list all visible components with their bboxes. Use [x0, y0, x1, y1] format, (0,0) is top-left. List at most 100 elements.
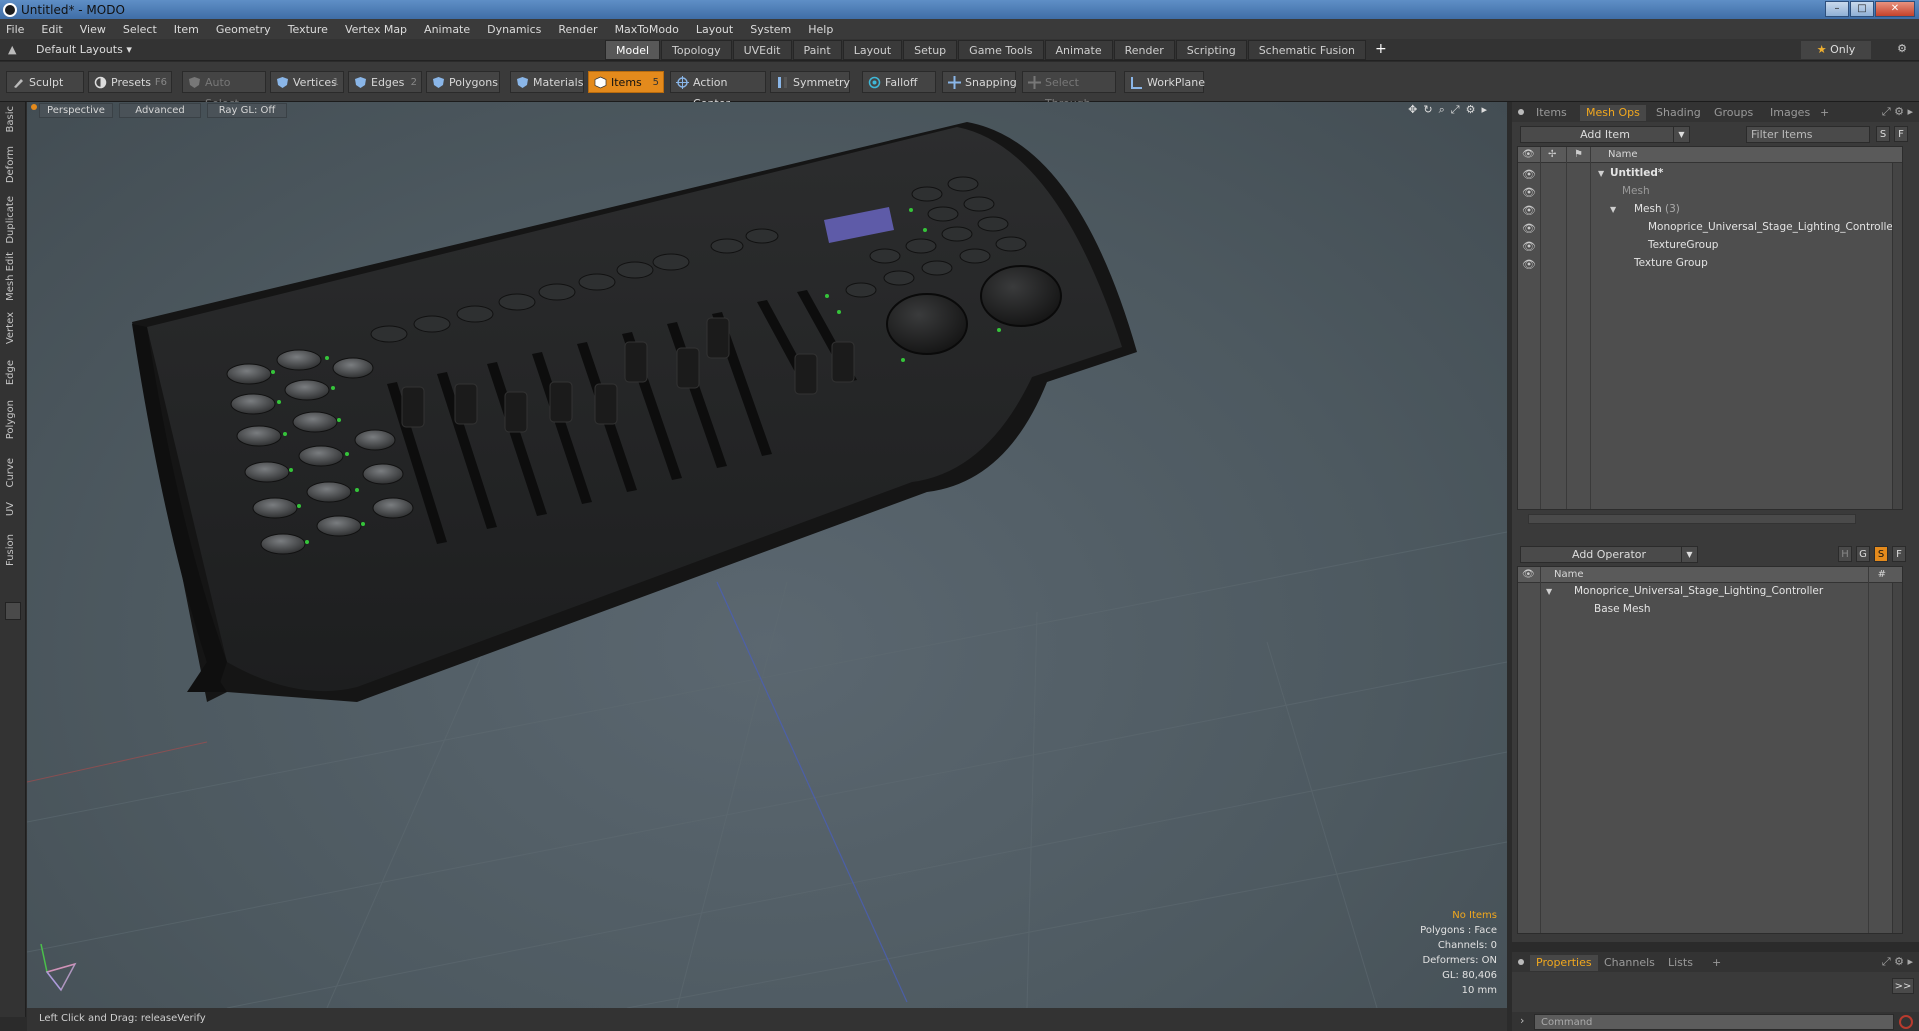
presets-button[interactable]: Presets F6 [88, 71, 172, 93]
tab-render[interactable]: Render [1113, 40, 1175, 60]
tab-groups[interactable]: Groups [1708, 105, 1759, 121]
vertices-button[interactable]: Vertices 1 [270, 71, 344, 93]
meshop-row-base-mesh[interactable]: Base Mesh [1518, 601, 1902, 619]
menu-vertex-map[interactable]: Vertex Map [345, 23, 407, 36]
left-tab-polygon[interactable]: Polygon [5, 400, 16, 439]
viewport-raygl-button[interactable]: Ray GL: Off [207, 103, 287, 118]
expand-triangle-icon[interactable]: ▼ [1598, 165, 1604, 182]
select-through-button[interactable]: Select Through [1022, 71, 1116, 110]
menu-edit[interactable]: Edit [41, 23, 62, 36]
panel-expand-icon[interactable]: ⤢ ⚙ ▸ [1882, 955, 1913, 969]
left-tab-duplicate[interactable]: Duplicate [5, 196, 16, 244]
filter-f-button[interactable]: F [1894, 126, 1908, 142]
menu-texture[interactable]: Texture [288, 23, 328, 36]
eye-icon[interactable]: 👁 [1522, 256, 1536, 273]
fit-icon[interactable]: ⤢ [1451, 103, 1466, 116]
filter-items-input[interactable]: Filter Items [1746, 126, 1870, 143]
tree-row-untitled[interactable]: 👁 ▼ Untitled* [1518, 165, 1902, 183]
meshops-s-button[interactable]: S [1874, 546, 1888, 562]
filter-s-button[interactable]: S [1876, 126, 1890, 142]
eye-icon[interactable]: 👁 [1522, 166, 1536, 183]
tree-row-controller-mesh[interactable]: 👁 Monoprice_Universal_Stage_Lighting_Con… [1518, 219, 1902, 237]
menu-item[interactable]: Item [174, 23, 199, 36]
command-input[interactable]: Command [1534, 1014, 1894, 1030]
left-tab-basic[interactable]: Basic [5, 106, 16, 132]
tab-mesh-ops[interactable]: Mesh Ops [1580, 105, 1646, 121]
tab-paint[interactable]: Paint [792, 40, 842, 60]
mesh-ops-scrollbar[interactable] [1892, 583, 1902, 933]
sculpt-button[interactable]: Sculpt [6, 71, 84, 93]
properties-expand-button[interactable]: >> [1892, 978, 1914, 994]
maximize-button[interactable]: □ [1850, 1, 1874, 17]
auto-select-button[interactable]: Auto Select [182, 71, 266, 110]
gear-icon[interactable]: ⚙ [1897, 42, 1907, 55]
zoom-icon[interactable]: ⌕ [1439, 103, 1451, 116]
tab-schematic-fusion[interactable]: Schematic Fusion [1247, 40, 1367, 60]
meshops-hash-column-header[interactable]: # [1878, 567, 1886, 582]
tab-game-tools[interactable]: Game Tools [958, 40, 1044, 60]
tree-row-texture-group[interactable]: 👁 Texture Group [1518, 255, 1902, 273]
tab-setup[interactable]: Setup [903, 40, 958, 60]
tree-row-mesh-instance[interactable]: 👁 Mesh [1518, 183, 1902, 201]
menu-system[interactable]: System [750, 23, 791, 36]
viewport-nav-icons[interactable]: ✥↻⌕⤢⚙▸ [1408, 103, 1493, 117]
close-button[interactable]: ✕ [1875, 1, 1915, 17]
add-operator-dropdown[interactable]: Add Operator ▼ [1520, 546, 1698, 563]
meshops-f-button[interactable]: F [1892, 546, 1906, 562]
menu-view[interactable]: View [80, 23, 106, 36]
viewport-view-button[interactable]: Perspective [39, 103, 113, 118]
action-center-button[interactable]: Action Center [670, 71, 766, 110]
viewport-mode-button[interactable]: Advanced [119, 103, 201, 118]
tab-layout[interactable]: Layout [842, 40, 903, 60]
3d-viewport[interactable]: Perspective Advanced Ray GL: Off ✥↻⌕⤢⚙▸ … [27, 102, 1507, 1008]
add-panel-tab-button[interactable]: + [1706, 955, 1727, 971]
play-icon[interactable]: ▸ [1481, 103, 1493, 116]
minimize-button[interactable]: – [1825, 1, 1849, 17]
add-tab-button[interactable]: + [1367, 40, 1395, 60]
stop-icon[interactable] [1899, 1015, 1913, 1029]
meshops-name-column-header[interactable]: Name [1554, 567, 1584, 582]
rotate-icon[interactable]: ↻ [1423, 103, 1438, 116]
viewport-gear-icon[interactable]: ⚙ [1466, 103, 1482, 116]
menu-render[interactable]: Render [558, 23, 597, 36]
materials-button[interactable]: Materials [510, 71, 584, 93]
add-panel-tab-button[interactable]: + [1814, 105, 1835, 121]
menu-dynamics[interactable]: Dynamics [487, 23, 541, 36]
menu-layout[interactable]: Layout [696, 23, 733, 36]
tab-animate[interactable]: Animate [1044, 40, 1113, 60]
menu-file[interactable]: File [6, 23, 24, 36]
left-tab-edge[interactable]: Edge [5, 360, 16, 385]
eye-icon[interactable]: 👁 [1522, 202, 1536, 219]
left-tab-fusion[interactable]: Fusion [5, 534, 16, 566]
tab-model[interactable]: Model [605, 40, 661, 60]
layout-selector[interactable]: Default Layouts ▾ [36, 43, 132, 56]
tab-lists[interactable]: Lists [1662, 955, 1699, 971]
menu-help[interactable]: Help [808, 23, 833, 36]
expand-triangle-icon[interactable]: ▼ [1610, 201, 1616, 218]
meshops-h-button[interactable]: H [1838, 546, 1852, 562]
expand-triangle-icon[interactable]: ▼ [1546, 583, 1552, 600]
panel-expand-icon[interactable]: ⤢ ⚙ ▸ [1882, 105, 1913, 119]
tab-properties[interactable]: Properties [1530, 955, 1598, 971]
tree-row-texturegroup[interactable]: 👁 TextureGroup [1518, 237, 1902, 255]
tab-topology[interactable]: Topology [661, 40, 732, 60]
left-tab-curve[interactable]: Curve [5, 458, 16, 488]
name-column-header[interactable]: Name [1608, 147, 1638, 162]
left-tab-mesh-edit[interactable]: Mesh Edit [5, 252, 16, 301]
tab-channels[interactable]: Channels [1598, 955, 1661, 971]
eye-icon[interactable]: 👁 [1522, 220, 1536, 237]
items-button[interactable]: Items 5 [588, 71, 664, 93]
workplane-button[interactable]: WorkPlane [1124, 71, 1205, 93]
pan-icon[interactable]: ✥ [1408, 103, 1423, 116]
menu-animate[interactable]: Animate [424, 23, 470, 36]
only-toggle-button[interactable]: ★ Only [1801, 41, 1871, 59]
menu-geometry[interactable]: Geometry [216, 23, 271, 36]
layout-toggle-icon[interactable]: ▲ [8, 43, 16, 56]
tab-images[interactable]: Images [1764, 105, 1816, 121]
meshops-g-button[interactable]: G [1856, 546, 1870, 562]
left-tab-deform[interactable]: Deform [5, 146, 16, 183]
tab-scripting[interactable]: Scripting [1175, 40, 1247, 60]
eye-icon[interactable]: 👁 [1522, 238, 1536, 255]
add-item-dropdown[interactable]: Add Item ▼ [1520, 126, 1690, 143]
tab-uvedit[interactable]: UVEdit [732, 40, 792, 60]
